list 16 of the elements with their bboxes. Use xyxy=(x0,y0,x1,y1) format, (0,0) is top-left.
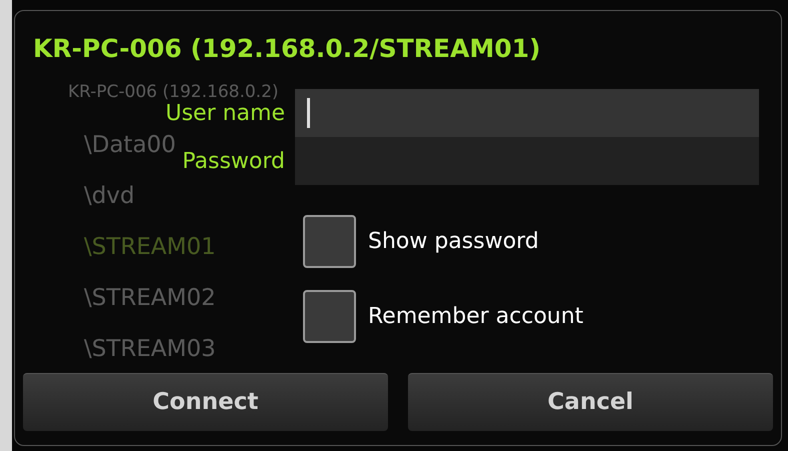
dialog-button[interactable]: Connect xyxy=(23,373,388,431)
checkbox[interactable] xyxy=(303,290,356,343)
text-cursor xyxy=(307,98,310,128)
share-item[interactable]: \dvd xyxy=(84,181,135,211)
checkbox-label: Remember account xyxy=(368,303,584,331)
share-item[interactable]: \Data00 xyxy=(84,130,176,160)
share-item[interactable]: \STREAM03 xyxy=(84,334,216,364)
field-label: Password xyxy=(182,148,285,176)
checkbox[interactable] xyxy=(303,215,356,268)
share-item[interactable]: \STREAM02 xyxy=(84,283,216,313)
dialog-button[interactable]: Cancel xyxy=(408,373,773,431)
checkbox-label: Show password xyxy=(368,228,539,256)
input-field[interactable] xyxy=(295,137,759,185)
input-field[interactable] xyxy=(295,89,759,137)
share-item[interactable]: \STREAM01 xyxy=(84,232,216,262)
dialog-title: KR-PC-006 (192.168.0.2/STREAM01) xyxy=(33,33,541,65)
